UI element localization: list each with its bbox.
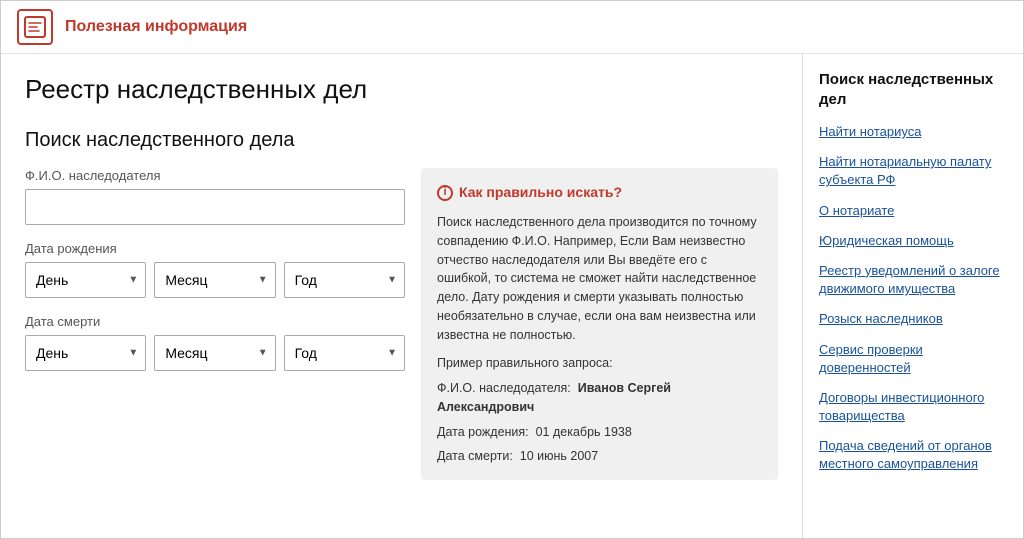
example-dob-value: 01 декабрь 1938 [536,425,632,439]
sidebar-link-0[interactable]: Найти нотариуса [819,123,1007,141]
info-box-title-text: Как правильно искать? [459,182,622,203]
page-title: Реестр наследственных дел [25,74,778,105]
dob-row: День Месяц Год [25,262,405,298]
logo [17,9,53,45]
form-content: Ф.И.О. наследодателя Дата рождения День [25,168,778,480]
sidebar-link-1[interactable]: Найти нотариальную палату субъекта РФ [819,153,1007,189]
dob-day-wrapper: День [25,262,146,298]
left-panel: Реестр наследственных дел Поиск наследст… [1,54,803,538]
info-example: Пример правильного запроса: Ф.И.О. насле… [437,354,762,466]
example-fio: Ф.И.О. наследодателя: Иванов Сергей Алек… [437,379,762,417]
example-label: Пример правильного запроса: [437,354,762,373]
dob-year-select[interactable]: Год [284,262,405,298]
dod-row: День Месяц Год [25,335,405,371]
info-box: i Как правильно искать? Поиск наследстве… [421,168,778,480]
main-content: Реестр наследственных дел Поиск наследст… [1,54,1023,538]
dod-year-select[interactable]: Год [284,335,405,371]
sidebar-link-4[interactable]: Реестр уведомлений о залоге движимого им… [819,262,1007,298]
fio-label: Ф.И.О. наследодателя [25,168,405,183]
form-left: Ф.И.О. наследодателя Дата рождения День [25,168,405,387]
dod-day-select[interactable]: День [25,335,146,371]
dob-group: Дата рождения День Месяц [25,241,405,298]
example-dod-value: 10 июнь 2007 [520,449,598,463]
right-sidebar: Поиск наследственных дел Найти нотариуса… [803,54,1023,538]
page-wrapper: Полезная информация Реестр наследственны… [0,0,1024,539]
dod-group: Дата смерти День Месяц [25,314,405,371]
info-box-body: Поиск наследственного дела производится … [437,213,762,344]
dob-day-select[interactable]: День [25,262,146,298]
fio-input[interactable] [25,189,405,225]
example-dod-label: Дата смерти: [437,449,513,463]
sidebar-link-5[interactable]: Розыск наследников [819,310,1007,328]
example-dob: Дата рождения: 01 декабрь 1938 [437,423,762,442]
dob-month-wrapper: Месяц [154,262,275,298]
fio-group: Ф.И.О. наследодателя [25,168,405,225]
header: Полезная информация [1,1,1023,54]
info-icon: i [437,185,453,201]
sidebar-title: Поиск наследственных дел [819,70,1007,109]
example-fio-label: Ф.И.О. наследодателя: [437,381,571,395]
dod-month-select[interactable]: Месяц [154,335,275,371]
sidebar-link-2[interactable]: О нотариате [819,202,1007,220]
sidebar-link-7[interactable]: Договоры инвестиционного товарищества [819,389,1007,425]
dod-day-wrapper: День [25,335,146,371]
dob-label: Дата рождения [25,241,405,256]
dob-year-wrapper: Год [284,262,405,298]
dod-month-wrapper: Месяц [154,335,275,371]
header-title: Полезная информация [65,18,247,36]
dob-month-select[interactable]: Месяц [154,262,275,298]
dod-year-wrapper: Год [284,335,405,371]
sidebar-link-8[interactable]: Подача сведений от органов местного само… [819,437,1007,473]
sidebar-link-3[interactable]: Юридическая помощь [819,232,1007,250]
info-box-title: i Как правильно искать? [437,182,762,203]
example-dob-label: Дата рождения: [437,425,529,439]
sidebar-link-6[interactable]: Сервис проверки доверенностей [819,341,1007,377]
example-dod: Дата смерти: 10 июнь 2007 [437,447,762,466]
search-section-title: Поиск наследственного дела [25,129,778,152]
dod-label: Дата смерти [25,314,405,329]
